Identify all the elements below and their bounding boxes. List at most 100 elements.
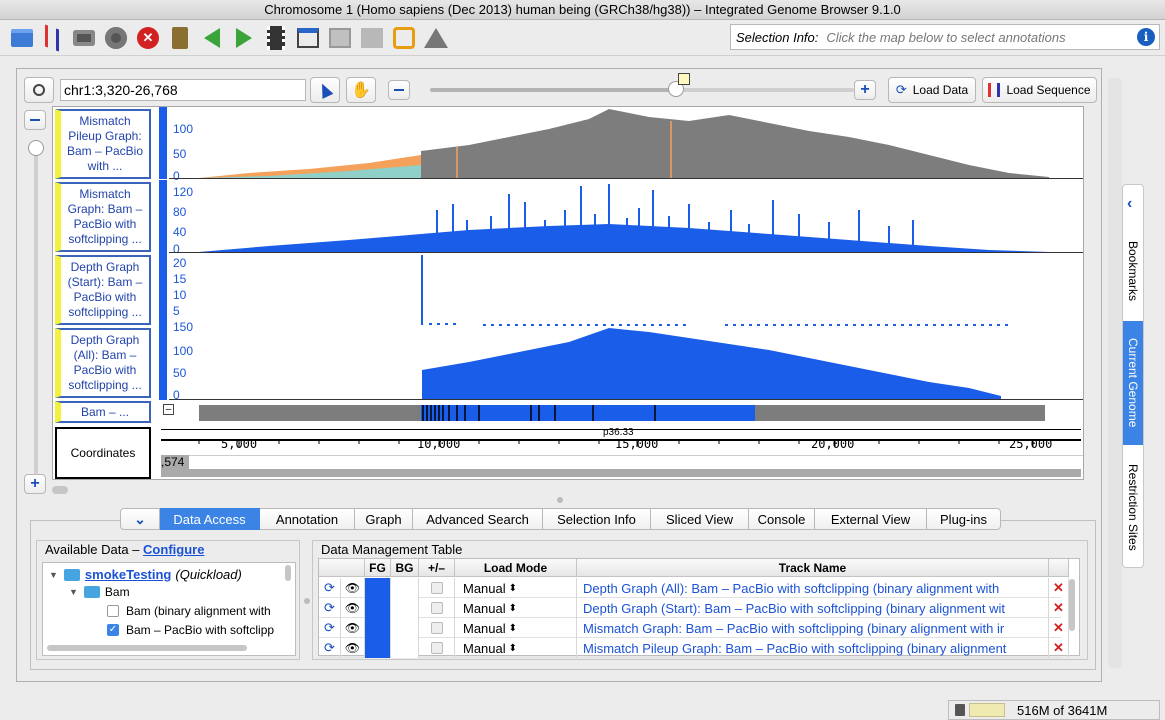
tree-vertical-scrollbar[interactable]	[285, 565, 291, 581]
fg-color-swatch[interactable]	[365, 618, 391, 638]
plus-minus-checkbox[interactable]	[419, 618, 455, 638]
plus-minus-checkbox[interactable]	[419, 598, 455, 618]
panel2-button[interactable]	[358, 24, 386, 52]
zoom-out-button[interactable]	[388, 80, 410, 100]
track-name[interactable]: Depth Graph (All): Bam – PacBio with sof…	[577, 578, 1049, 598]
refresh-icon[interactable]: ⟳	[319, 618, 341, 638]
column-header-load-mode[interactable]: Load Mode	[455, 559, 577, 577]
table-row[interactable]: ⟳ 👁 Manual ⬍ Mismatch Pileup Graph: Bam – Pa…	[319, 638, 1069, 658]
export-button[interactable]	[294, 24, 322, 52]
eye-icon[interactable]: 👁	[341, 618, 365, 638]
track-name[interactable]: Mismatch Graph: Bam – PacBio with softcl…	[577, 618, 1049, 638]
stop-button[interactable]: ✕	[134, 24, 162, 52]
open-file-button[interactable]	[8, 24, 36, 52]
fg-color-swatch[interactable]	[365, 638, 391, 658]
bam-alignment-track[interactable]	[169, 403, 1083, 423]
track-label-bam[interactable]: Bam – ...	[55, 401, 151, 423]
track-name[interactable]: Mismatch Pileup Graph: Bam – PacBio with…	[577, 638, 1049, 658]
table-vertical-scrollbar[interactable]	[1069, 579, 1075, 631]
load-mode-select[interactable]: Manual ⬍	[455, 638, 577, 658]
table-row[interactable]: ⟳ 👁 Manual ⬍ Depth Graph (All): Bam – PacBio…	[319, 578, 1069, 598]
refresh-icon[interactable]: ⟳	[319, 578, 341, 598]
preferences-button[interactable]	[102, 24, 130, 52]
tab-console[interactable]: Console	[749, 508, 815, 530]
depth-all-graph[interactable]	[169, 326, 1083, 400]
search-button[interactable]	[24, 77, 54, 103]
eye-icon[interactable]: 👁	[341, 638, 365, 658]
fg-color-swatch[interactable]	[365, 578, 391, 598]
track-label-mismatch-pileup[interactable]: Mismatch Pileup Graph: Bam – PacBio with…	[55, 109, 151, 179]
select-mode-button[interactable]	[310, 77, 340, 103]
track-label-depth-all[interactable]: Depth Graph (All): Bam – PacBio with sof…	[55, 328, 151, 398]
vertical-zoom-track[interactable]	[34, 144, 38, 474]
delete-icon[interactable]: ✕	[1049, 578, 1069, 598]
horizontal-scrollbar[interactable]	[52, 486, 68, 494]
tree-item-bam-binary[interactable]: Bam (binary alignment with	[107, 604, 271, 618]
load-mode-select[interactable]: Manual ⬍	[455, 578, 577, 598]
tab-data-access[interactable]: Data Access	[160, 508, 260, 530]
column-header-fg[interactable]: FG	[365, 559, 391, 577]
column-header-bg[interactable]: BG	[391, 559, 419, 577]
snapshot-button[interactable]	[70, 24, 98, 52]
bg-color-swatch[interactable]	[391, 618, 419, 638]
bg-color-swatch[interactable]	[391, 578, 419, 598]
vertical-zoom-in-button[interactable]: +	[24, 474, 46, 494]
bg-color-swatch[interactable]	[391, 638, 419, 658]
table-row[interactable]: ⟳ 👁 Manual ⬍ Mismatch Graph: Bam – PacBio wi…	[319, 618, 1069, 638]
collapse-panel-button[interactable]: ⌄	[120, 508, 160, 530]
clear-selection-button[interactable]	[390, 24, 418, 52]
back-button[interactable]	[198, 24, 226, 52]
tab-annotation[interactable]: Annotation	[260, 508, 355, 530]
horizontal-scroller[interactable]	[161, 469, 1081, 477]
tab-advanced-search[interactable]: Advanced Search	[413, 508, 543, 530]
coordinates-ruler[interactable]: p36.33 5,000 10,000 15,000 20,000 25,000…	[159, 425, 1083, 479]
splitter-handle[interactable]	[557, 497, 563, 503]
location-input[interactable]	[60, 79, 306, 101]
track-label-depth-start[interactable]: Depth Graph (Start): Bam – PacBio with s…	[55, 255, 151, 325]
tab-sliced-view[interactable]: Sliced View	[651, 508, 749, 530]
tab-external-view[interactable]: External View	[815, 508, 927, 530]
zoom-in-button[interactable]: +	[854, 80, 876, 100]
load-data-button[interactable]: ⟳ Load Data	[888, 77, 976, 103]
load-dna-button[interactable]	[38, 24, 66, 52]
depth-start-graph[interactable]	[169, 253, 1083, 326]
plus-minus-checkbox[interactable]	[419, 638, 455, 658]
track-label-mismatch-graph[interactable]: Mismatch Graph: Bam – PacBio with softcl…	[55, 182, 151, 252]
info-icon[interactable]: i	[1137, 28, 1155, 46]
tab-plug-ins[interactable]: Plug-ins	[927, 508, 1001, 530]
delete-icon[interactable]: ✕	[1049, 638, 1069, 658]
home-button[interactable]	[422, 24, 450, 52]
pan-mode-button[interactable]: ✋	[346, 77, 376, 103]
tab-graph[interactable]: Graph	[355, 508, 413, 530]
chevron-left-icon[interactable]: ‹	[1127, 195, 1132, 213]
refresh-icon[interactable]: ⟳	[319, 598, 341, 618]
zoom-slider-track[interactable]	[430, 81, 854, 97]
mismatch-pileup-graph[interactable]	[169, 107, 1083, 179]
track-name[interactable]: Depth Graph (Start): Bam – PacBio with s…	[577, 598, 1049, 618]
panel-button[interactable]	[326, 24, 354, 52]
column-header-track-name[interactable]: Track Name	[577, 559, 1049, 577]
fg-color-swatch[interactable]	[365, 598, 391, 618]
tab-selection-info[interactable]: Selection Info	[543, 508, 651, 530]
tree-item-bam-pacbio[interactable]: ✓ Bam – PacBio with softclipp	[107, 623, 274, 637]
tab-current-genome[interactable]: Current Genome	[1123, 321, 1143, 445]
column-header-plus-minus[interactable]: +/–	[419, 559, 455, 577]
checkbox-checked[interactable]: ✓	[107, 624, 119, 636]
tree-item-bam[interactable]: ▼ Bam	[69, 585, 130, 599]
checkbox-unchecked[interactable]	[107, 605, 119, 617]
forward-button[interactable]	[230, 24, 258, 52]
plus-minus-checkbox[interactable]	[419, 578, 455, 598]
selection-info-field[interactable]: Selection Info: Click the map below to s…	[730, 24, 1160, 50]
vertical-zoom-out-button[interactable]	[24, 110, 46, 130]
vertical-zoom-thumb[interactable]	[28, 140, 44, 156]
tab-bookmarks[interactable]: Bookmarks	[1123, 221, 1143, 321]
tab-restriction-sites[interactable]: Restriction Sites	[1123, 447, 1143, 567]
load-mode-select[interactable]: Manual ⬍	[455, 598, 577, 618]
delete-icon[interactable]: ✕	[1049, 598, 1069, 618]
trash-icon[interactable]	[955, 704, 965, 716]
refresh-icon[interactable]: ⟳	[319, 638, 341, 658]
eye-icon[interactable]: 👁	[341, 598, 365, 618]
configure-link[interactable]: Configure	[143, 542, 204, 557]
load-sequence-button[interactable]: Load Sequence	[982, 77, 1097, 103]
tree-horizontal-scrollbar[interactable]	[47, 645, 247, 651]
